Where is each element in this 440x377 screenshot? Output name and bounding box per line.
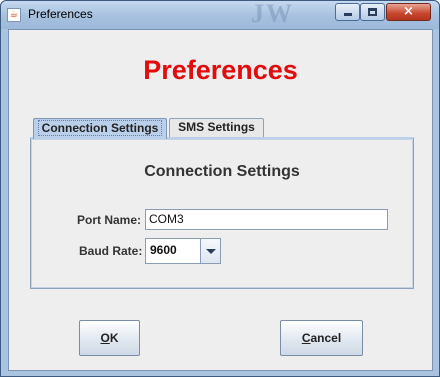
title-bar[interactable]: JW ☕ Preferences × [1, 1, 439, 29]
cancel-label-rest: ancel [310, 331, 342, 345]
title-watermark: JW [251, 1, 294, 28]
minimize-button[interactable] [335, 3, 360, 21]
dialog-heading: Preferences [143, 55, 298, 85]
tab-sms-settings[interactable]: SMS Settings [169, 118, 264, 137]
window-title: Preferences [28, 7, 93, 21]
maximize-button[interactable] [360, 3, 385, 21]
baud-rate-select[interactable]: 9600 [145, 238, 221, 264]
baud-rate-value: 9600 [150, 243, 177, 257]
tab-connection-settings[interactable]: Connection Settings [33, 118, 167, 139]
ok-label-rest: K [109, 331, 119, 345]
close-icon: × [403, 4, 414, 19]
maximize-icon [368, 8, 377, 16]
minimize-icon [344, 13, 352, 16]
ok-button[interactable]: OK [79, 320, 140, 356]
port-name-label: Port Name: [77, 213, 142, 227]
panel-title: Connection Settings [144, 163, 300, 180]
cancel-button[interactable]: Cancel [280, 320, 363, 356]
close-button[interactable]: × [386, 3, 431, 21]
ok-mnemonic: O [100, 331, 110, 345]
baud-rate-dropdown-button[interactable] [200, 239, 220, 263]
chevron-down-icon [206, 249, 216, 254]
port-name-input[interactable]: COM3 [145, 209, 388, 230]
preferences-window: JW ☕ Preferences × Preferences Connectio… [0, 0, 440, 377]
java-icon[interactable]: ☕ [7, 8, 21, 22]
dialog-content: Preferences Connection Settings SMS Sett… [8, 29, 433, 371]
connection-settings-panel: Connection Settings Port Name: COM3 Baud… [30, 137, 414, 289]
baud-rate-label: Baud Rate: [79, 244, 143, 258]
tab-label: Connection Settings [38, 120, 162, 136]
